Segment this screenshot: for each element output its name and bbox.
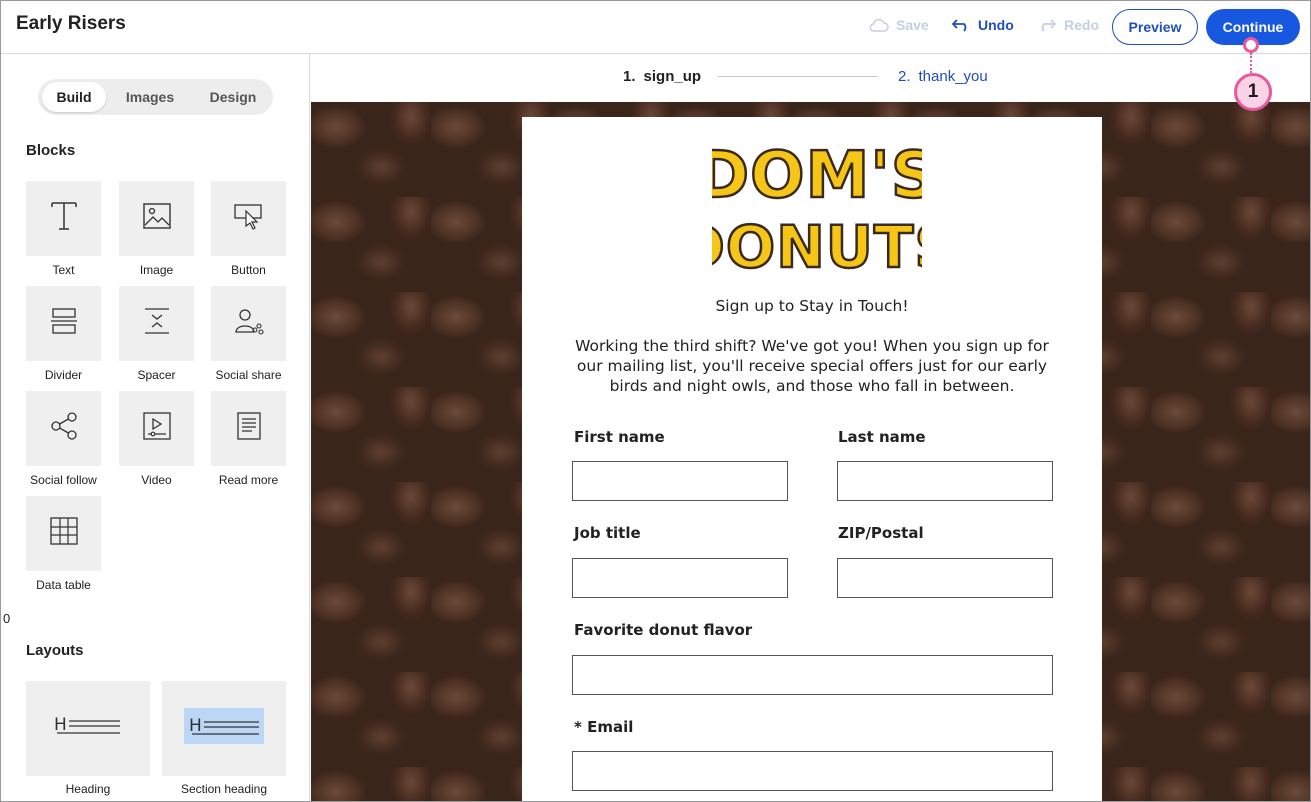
favorite-donut-flavor-field[interactable] [572,655,1053,695]
block-label: Spacer [137,368,176,382]
email-label: * Email [574,718,634,736]
block-label: Social share [215,368,282,382]
zip-postal-field[interactable] [837,558,1053,598]
redo-arrow-icon [1037,18,1057,32]
step-thank-you[interactable]: 2. thank_you [898,68,988,85]
tab-design[interactable]: Design [198,82,268,112]
undo-label: Undo [978,17,1014,33]
zip-postal-label: ZIP/Postal [838,524,924,542]
block-label: Button [231,263,266,277]
block-button[interactable]: Button [211,181,286,277]
read-more-icon [236,411,262,446]
step-number: 1. [623,68,636,85]
block-divider[interactable]: Divider [26,286,101,382]
job-title-label: Job title [574,524,641,542]
spacer-icon [143,306,171,341]
text-icon [49,200,79,237]
save-label: Save [896,17,929,33]
cloud-icon [869,18,889,32]
redo-label: Redo [1064,17,1099,33]
left-sidebar: Build Images Design Blocks Text Image Bu… [1,54,310,801]
block-social-follow[interactable]: Social follow [26,391,101,487]
form-heading: Sign up to Stay in Touch! [715,297,909,315]
heading-layout-icon: H [53,711,123,746]
redo-button[interactable]: Redo [1037,17,1099,33]
favorite-donut-flavor-label: Favorite donut flavor [574,621,753,639]
block-text[interactable]: Text [26,181,101,277]
last-name-label: Last name [838,428,926,446]
logo-line-2: DONUTS [712,213,922,277]
callout-leader-line [1250,53,1252,73]
job-title-field[interactable] [572,558,788,598]
block-image[interactable]: Image [119,181,194,277]
coffee-bean-background: DOM'S DONUTS Sign up to Stay in Touch! W… [311,102,1310,801]
logo-line-1: DOM'S [712,139,922,213]
app-window: Early Risers Save Undo Redo Preview Cont… [0,0,1311,802]
section-heading-layout-icon: H [184,708,264,749]
layouts-heading: Layouts [26,642,84,659]
tab-images[interactable]: Images [115,82,185,112]
step-connector [718,76,878,77]
stray-text: 0 [3,611,11,626]
block-label: Text [52,263,75,277]
preview-button[interactable]: Preview [1112,9,1198,45]
last-name-field[interactable] [837,461,1053,501]
social-follow-icon [49,411,79,446]
block-label: Read more [218,473,279,487]
save-button[interactable]: Save [869,17,929,33]
layout-heading[interactable]: H Heading [26,681,150,796]
layout-label: Section heading [180,782,268,796]
svg-text:H: H [189,716,202,736]
block-label: Social follow [30,473,97,487]
blocks-heading: Blocks [26,142,76,159]
form-intro-text: Working the third shift? We've got you! … [575,337,1049,395]
block-label: Image [139,263,174,277]
campaign-title[interactable]: Early Risers [16,13,126,35]
button-cursor-icon [233,202,265,235]
divider-icon [50,306,78,341]
image-icon [142,202,172,235]
undo-arrow-icon [951,18,971,32]
social-share-icon [233,306,265,341]
form-steps-bar: 1. sign_up 2. thank_you [311,54,1310,102]
svg-text:H: H [54,715,67,735]
tab-build[interactable]: Build [42,82,106,112]
doms-donuts-logo: DOM'S DONUTS [712,138,922,277]
step-label: sign_up [643,68,702,85]
block-label: Divider [44,368,83,382]
sidebar-tab-switcher: Build Images Design [38,79,273,115]
data-table-icon [49,516,79,551]
block-spacer[interactable]: Spacer [119,286,194,382]
block-label: Data table [36,578,91,592]
callout-pointer-dot [1243,37,1259,53]
step-sign-up[interactable]: 1. sign_up [623,68,701,85]
top-toolbar: Early Risers Save Undo Redo Preview Cont… [1,1,1310,54]
block-social-share[interactable]: Social share [211,286,286,382]
step-label: thank_you [918,68,988,85]
layout-section-heading[interactable]: H Section heading [162,681,286,796]
signup-form-card[interactable]: DOM'S DONUTS Sign up to Stay in Touch! W… [522,117,1102,801]
callout-badge: 1 [1234,73,1272,111]
block-label: Video [141,473,172,487]
video-icon [142,411,172,446]
block-video[interactable]: Video [119,391,194,487]
block-data-table[interactable]: Data table [26,496,101,592]
undo-button[interactable]: Undo [951,17,1014,33]
step-number: 2. [898,68,911,85]
first-name-field[interactable] [572,461,788,501]
layout-label: Heading [65,782,111,796]
first-name-label: First name [574,428,665,446]
block-read-more[interactable]: Read more [211,391,286,487]
email-field[interactable] [572,751,1053,791]
